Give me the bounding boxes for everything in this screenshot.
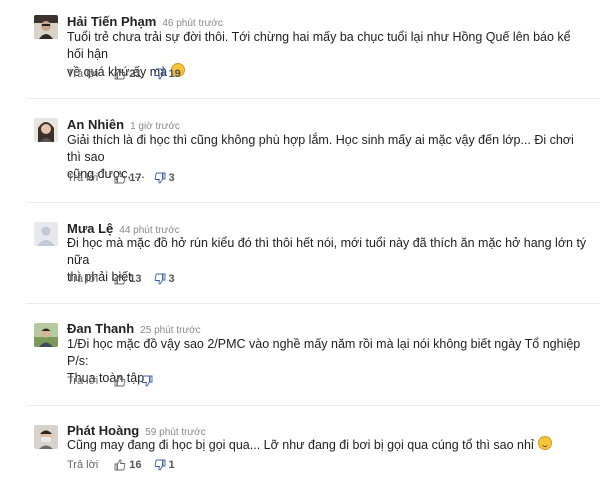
thumbs-up-icon [114,459,126,471]
dislike-count: 3 [168,273,175,285]
comment-text: Cũng may đang đi học bị gọi qua... Lỡ nh… [67,436,587,454]
thumbs-up-icon [114,172,126,184]
divider [26,98,600,99]
divider [26,405,600,406]
reply-button[interactable]: Trả lời [67,375,98,387]
commenter-name[interactable]: Mưa Lệ [67,221,113,236]
like-count: 21 [129,68,142,80]
dislike-button[interactable]: 19 [154,68,181,80]
divider [26,303,600,304]
comment-timestamp: 46 phút trước [162,18,223,29]
thumbs-up-icon [114,375,126,387]
comment-line: Đi học mà mặc đồ hở rún kiểu đó thì thôi… [67,236,587,267]
avatar[interactable] [34,15,58,39]
avatar[interactable] [34,323,58,347]
reply-button[interactable]: Trả lời [67,172,98,184]
like-button[interactable]: 21 [114,68,142,80]
like-button[interactable]: 13 [114,273,142,285]
dislike-button[interactable]: 3 [154,172,175,184]
comment-line: Tuổi trẻ chưa trải sự đời thôi. Tới chừn… [67,30,571,61]
dislike-button[interactable]: 3 [154,273,175,285]
comment-line: Giải thích là đi học thì cũng không phù … [67,133,574,164]
commenter-name[interactable]: Đan Thanh [67,321,134,336]
avatar[interactable] [34,118,58,142]
thumbs-down-icon [154,273,165,285]
dislike-count: 19 [168,68,181,80]
reply-button[interactable]: Trả lời [67,273,98,285]
avatar[interactable] [34,222,58,246]
comment-timestamp: 1 giờ trước [130,121,180,132]
comment-line: Cũng may đang đi học bị gọi qua... Lỡ nh… [67,438,534,452]
dislike-button[interactable]: 1 [154,459,175,471]
like-count: 13 [129,273,142,285]
like-count: 17 [129,172,142,184]
thumbs-up-icon [114,273,126,285]
divider [26,202,600,203]
thumbs-down-icon [154,172,165,184]
reply-button[interactable]: Trả lời [67,68,98,80]
thumbs-down-icon [154,68,165,80]
thumbs-down-icon [154,459,165,471]
like-button[interactable] [114,375,129,387]
comment-line: 1/Đi học mặc đồ vậy sao 2/PMC vào nghề m… [67,337,581,368]
thumbs-down-icon [141,375,153,387]
reply-button[interactable]: Trả lời [67,459,98,471]
commenter-name[interactable]: An Nhiên [67,117,124,132]
commenter-name[interactable]: Hải Tiến Phạm [67,14,156,29]
dislike-count: 3 [168,172,175,184]
laugh-emoji-icon [537,436,552,450]
avatar[interactable] [34,425,58,449]
thumbs-up-icon [114,68,126,80]
like-button[interactable]: 16 [114,459,142,471]
comment-timestamp: 25 phút trước [140,325,201,336]
dislike-count: 1 [168,459,175,471]
like-button[interactable]: 17 [114,172,142,184]
like-count: 16 [129,459,142,471]
dislike-button[interactable] [141,375,156,387]
